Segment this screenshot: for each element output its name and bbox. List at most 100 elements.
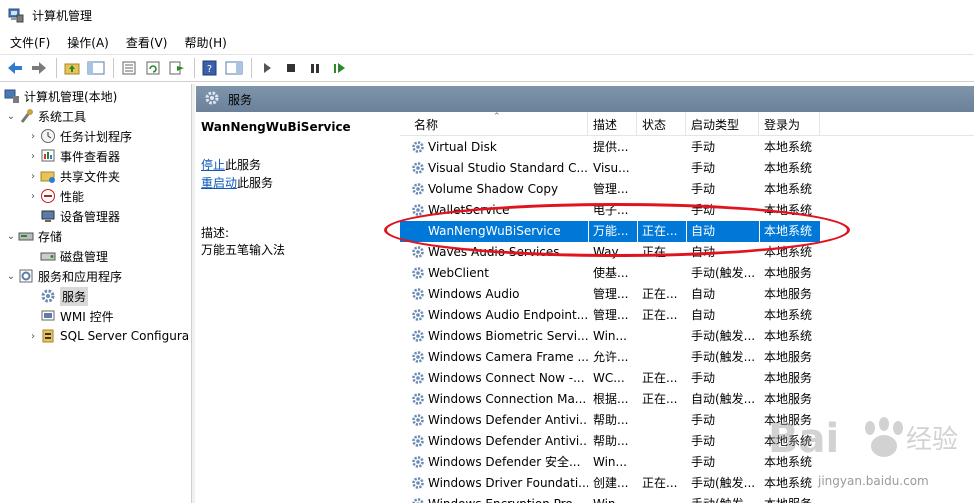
tree-item-services[interactable]: 服务 [40, 286, 89, 306]
menu-action[interactable]: 操作(A) [60, 34, 116, 51]
service-logon-cell: 本地服务 [764, 266, 813, 280]
column-header-status[interactable]: 状态 [638, 112, 686, 136]
help-icon[interactable]: ? [199, 57, 221, 79]
menu-help[interactable]: 帮助(H) [177, 34, 233, 51]
stop-icon[interactable] [280, 57, 302, 79]
menu-view[interactable]: 查看(V) [119, 34, 175, 51]
service-logon-cell: 本地系统 [764, 308, 813, 322]
column-header-startup[interactable]: 启动类型 [687, 112, 759, 136]
table-row[interactable]: Visual Studio Standard C... Visu... 手动 本地系统 [400, 158, 820, 179]
toolbar-divider [194, 58, 195, 78]
tree-label: 事件查看器 [60, 149, 121, 164]
services-gear-icon [40, 288, 56, 304]
table-row[interactable]: Windows Encryption Pro...Win...手动(触发...本… [400, 494, 820, 503]
chevron-down-icon[interactable]: ⌄ [4, 271, 18, 282]
tree-item-disk-management[interactable]: 磁盘管理 [40, 246, 108, 266]
pane-splitter[interactable] [192, 84, 195, 503]
stop-service-line: 停止此服务 [201, 156, 261, 173]
table-row[interactable]: Windows Defender Antivi... 帮助... 手动 本地服务 [400, 410, 820, 431]
restart-service-link[interactable]: 重启动 [201, 176, 237, 190]
table-row[interactable]: Windows Driver Foundati... 创建... 正在... 手动(触… [400, 473, 820, 494]
computer-management-icon [8, 7, 24, 23]
tree-item-wmi[interactable]: WMI 控件 [40, 306, 114, 326]
service-status-cell [638, 410, 686, 431]
service-desc-cell: Win... [593, 329, 627, 343]
service-logon-cell: 本地系统 [764, 329, 813, 343]
service-logon-cell: 本地服务 [764, 350, 813, 364]
show-hide-tree-icon[interactable] [85, 57, 107, 79]
table-row[interactable]: Virtual Disk 提供... 手动 本地系统 [400, 137, 820, 158]
chevron-down-icon[interactable]: ⌄ [4, 111, 18, 122]
service-name-cell: Windows Camera Frame ... [428, 350, 588, 364]
service-status-cell [638, 179, 686, 200]
service-status-cell [638, 158, 686, 179]
menu-file[interactable]: 文件(F) [3, 34, 57, 51]
chevron-right-icon[interactable]: › [26, 191, 40, 202]
svg-text:?: ? [207, 64, 212, 75]
service-startup-cell: 手动 [691, 371, 716, 385]
tree-label: SQL Server Configura [60, 329, 190, 343]
table-row[interactable]: Windows Defender 安全... Win... 手动 本地系统 [400, 452, 820, 473]
tree-item-root[interactable]: 计算机管理(本地) [4, 86, 117, 106]
up-folder-icon[interactable] [61, 57, 83, 79]
table-row[interactable]: Volume Shadow Copy 管理... 手动 本地系统 [400, 179, 820, 200]
performance-icon [40, 188, 56, 204]
table-row[interactable]: Windows Defender Antivi... 帮助... 手动 本地系统 [400, 431, 820, 452]
tree-label: 服务和应用程序 [38, 269, 123, 284]
toolbar: ? [0, 54, 974, 82]
action-pane-icon[interactable] [223, 57, 245, 79]
service-desc-cell: 根据... [593, 392, 629, 406]
clock-icon [40, 128, 56, 144]
service-desc-cell: 允许... [593, 350, 629, 364]
table-row[interactable]: Windows Audio Endpoint... 管理... 正在... 自动 本地系… [400, 305, 820, 326]
tree-item-storage[interactable]: ⌄ 存储 [4, 226, 62, 246]
refresh-icon[interactable] [142, 57, 164, 79]
tree-item-task-scheduler[interactable]: › 任务计划程序 [26, 126, 132, 146]
chevron-right-icon[interactable]: › [26, 131, 40, 142]
back-icon[interactable] [4, 57, 26, 79]
tree-item-services-apps[interactable]: ⌄ 服务和应用程序 [4, 266, 122, 286]
table-row[interactable]: Windows Connect Now -... WC... 正在... 手动 本地服务 [400, 368, 820, 389]
stop-service-link[interactable]: 停止 [201, 158, 225, 172]
table-row[interactable]: Windows Biometric Servi... Win... 手动(触发...… [400, 326, 820, 347]
service-status-cell [638, 452, 686, 473]
tree-item-sql-server[interactable]: › SQL Server Configura [26, 326, 189, 346]
play-icon[interactable] [256, 57, 278, 79]
table-row[interactable]: Windows Camera Frame ... 允许... 手动(触发... 本地服… [400, 347, 820, 368]
chevron-right-icon[interactable]: › [26, 331, 40, 342]
forward-icon[interactable] [28, 57, 50, 79]
service-startup-cell: 手动 [691, 140, 716, 154]
toolbar-divider [56, 58, 57, 78]
tree-label: 系统工具 [38, 109, 87, 124]
storage-icon [18, 228, 34, 244]
service-status-cell [638, 494, 686, 503]
table-row[interactable]: Windows Connection Ma... 根据... 正在... 自动(触发.… [400, 389, 820, 410]
service-desc-cell: 管理... [593, 287, 629, 301]
table-row[interactable]: WebClient 使基... 手动(触发... 本地服务 [400, 263, 820, 284]
chevron-down-icon[interactable]: ⌄ [4, 231, 18, 242]
tree-item-system-tools[interactable]: ⌄ 系统工具 [4, 106, 86, 126]
column-header-desc[interactable]: 描述 [589, 112, 637, 136]
service-name-cell: Visual Studio Standard C... [428, 161, 588, 175]
tree-item-device-manager[interactable]: 设备管理器 [40, 206, 120, 226]
tree-label: 计算机管理(本地) [24, 89, 118, 104]
tree-item-shared-folders[interactable]: › 共享文件夹 [26, 166, 120, 186]
tree-label: 共享文件夹 [60, 169, 121, 184]
resume-icon[interactable] [328, 57, 350, 79]
chevron-right-icon[interactable]: › [26, 171, 40, 182]
pause-icon[interactable] [304, 57, 326, 79]
table-row[interactable]: Windows Audio 管理... 正在... 自动 本地服务 [400, 284, 820, 305]
service-name-cell: Windows Biometric Servi... [428, 329, 588, 343]
properties-icon[interactable] [118, 57, 140, 79]
toolbar-divider [113, 58, 114, 78]
tools-icon [18, 108, 34, 124]
service-desc-cell: 帮助... [593, 434, 629, 448]
tree-item-performance[interactable]: › 性能 [26, 186, 84, 206]
column-header-logon[interactable]: 登录为 [760, 112, 820, 136]
export-icon[interactable] [166, 57, 188, 79]
chevron-right-icon[interactable]: › [26, 151, 40, 162]
services-apps-icon [18, 268, 34, 284]
service-desc-cell: WC... [593, 371, 625, 385]
tree-item-event-viewer[interactable]: › 事件查看器 [26, 146, 120, 166]
watermark-url: jingyan.baidu.com [818, 474, 929, 488]
